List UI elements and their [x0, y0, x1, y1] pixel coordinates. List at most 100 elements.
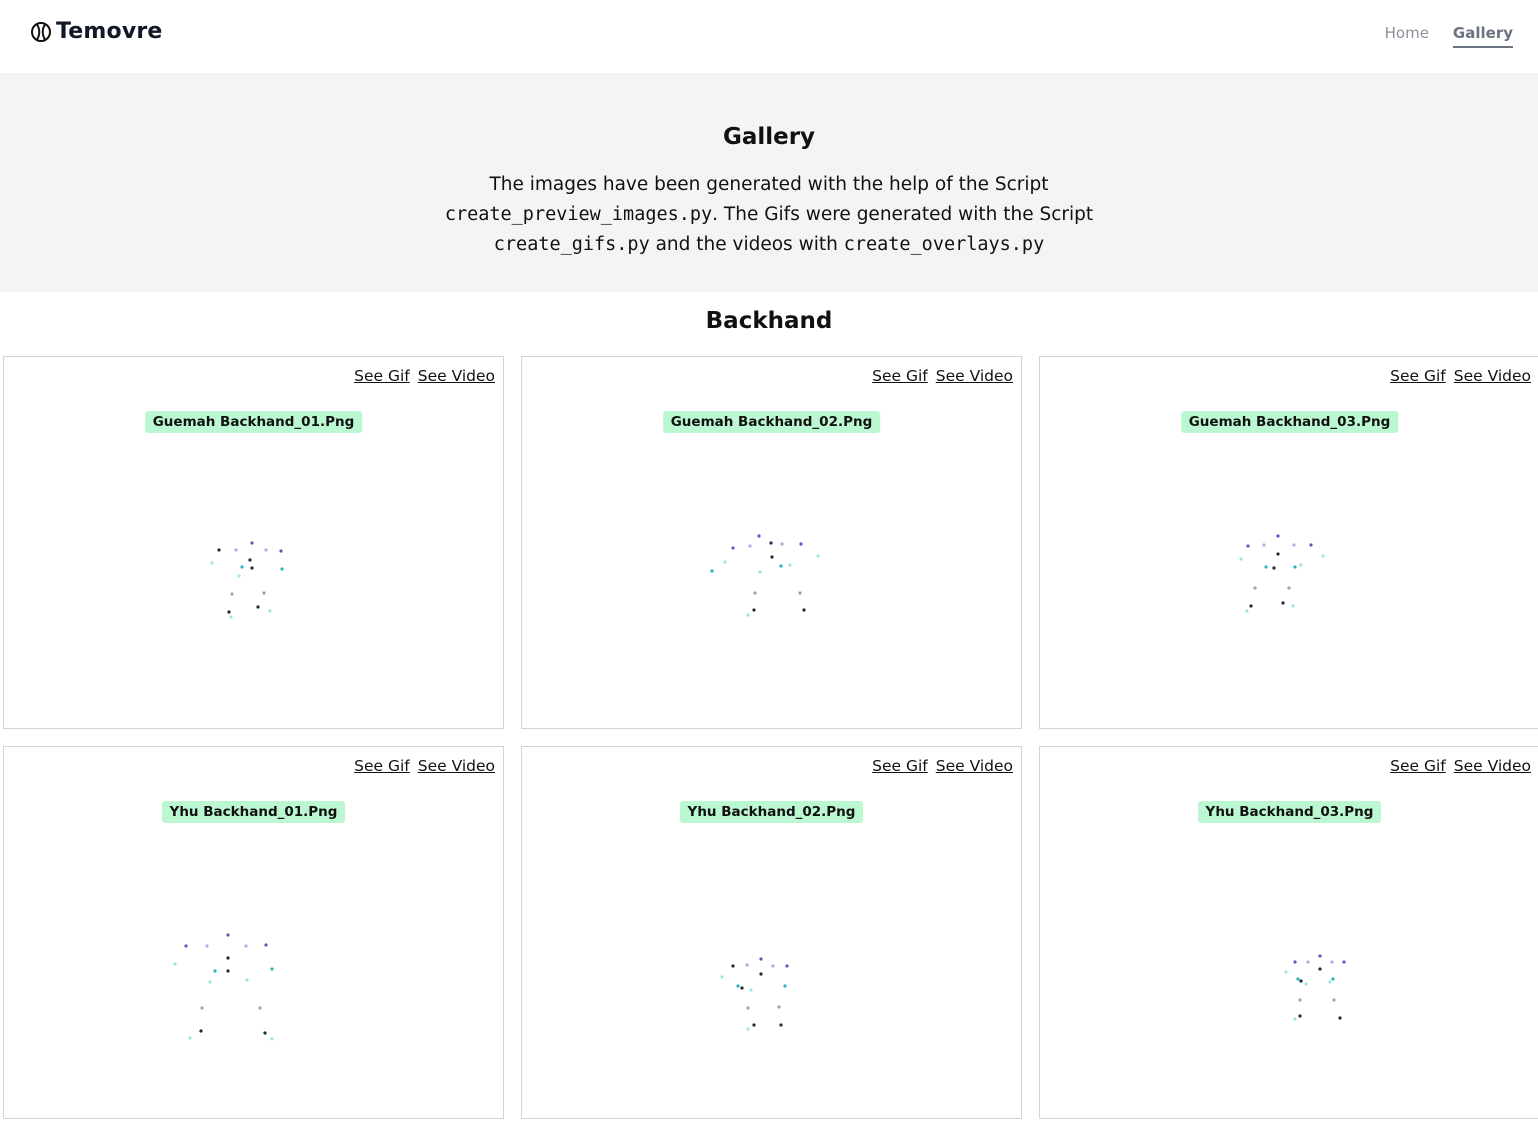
pose-keypoint: [1293, 960, 1297, 964]
pose-keypoint: [816, 554, 820, 558]
pose-preview-image: [1239, 534, 1325, 613]
pose-keypoint: [250, 541, 254, 545]
pose-keypoint: [710, 569, 714, 573]
pose-keypoint: [280, 567, 284, 571]
pose-keypoint: [1298, 1014, 1302, 1018]
pose-keypoint: [748, 544, 752, 548]
pose-keypoint: [258, 1006, 262, 1010]
pose-keypoint: [777, 1005, 781, 1009]
pose-keypoint: [263, 1031, 267, 1035]
pose-keypoint: [1245, 609, 1249, 613]
pose-keypoint: [780, 542, 784, 546]
pose-keypoint: [1321, 554, 1325, 558]
pose-keypoint: [1299, 563, 1303, 567]
pose-keypoint: [1281, 601, 1285, 605]
desc-text-2: . The Gifs were generated with the Scrip…: [712, 204, 1094, 225]
pose-keypoint: [199, 1029, 203, 1033]
gallery-card: See Gif See Video Yhu Backhand_01.Png: [3, 746, 504, 1119]
pose-keypoint: [256, 605, 260, 609]
main-nav: Home Gallery: [1385, 24, 1513, 48]
pose-keypoint: [1309, 543, 1313, 547]
pose-keypoint: [1331, 977, 1335, 981]
pose-keypoint: [213, 969, 217, 973]
script-gifs-name: create_gifs.py: [493, 234, 650, 255]
pose-keypoint: [262, 591, 266, 595]
desc-text-1: The images have been generated with the …: [489, 174, 1049, 195]
pose-keypoint: [248, 558, 252, 562]
pose-keypoint: [173, 962, 177, 966]
pose-keypoint: [746, 613, 750, 617]
gallery-card: See Gif See Video Yhu Backhand_03.Png: [1039, 746, 1538, 1119]
pose-keypoint: [779, 1023, 783, 1027]
pose-keypoint: [798, 591, 802, 595]
pose-keypoint: [1249, 604, 1253, 608]
pose-keypoint: [746, 1027, 750, 1031]
pose-keypoint: [230, 592, 234, 596]
pose-keypoint: [802, 608, 806, 612]
pose-keypoint: [210, 561, 214, 565]
pose-preview-image: [720, 957, 789, 1031]
pose-keypoint: [1318, 954, 1322, 958]
gallery-card: See Gif See Video Guemah Backhand_03.Png: [1039, 356, 1538, 729]
pose-keypoint: [1262, 543, 1266, 547]
nav-gallery-link[interactable]: Gallery: [1452, 24, 1513, 48]
pose-keypoint: [1276, 552, 1280, 556]
pose-keypoint: [1338, 1016, 1342, 1020]
brand-logo[interactable]: Temovre: [30, 19, 163, 44]
pose-keypoint: [208, 980, 212, 984]
pose-keypoint: [731, 964, 735, 968]
pose-keypoint: [270, 1037, 274, 1041]
pose-keypoint: [205, 944, 209, 948]
pose-keypoint: [1342, 960, 1346, 964]
pose-keypoint: [788, 563, 792, 567]
pose-keypoint: [752, 608, 756, 612]
pose-keypoint: [753, 591, 757, 595]
gallery-card: See Gif See Video Guemah Backhand_02.Png: [521, 356, 1022, 729]
pose-keypoint: [745, 963, 749, 967]
pose-keypoint: [757, 534, 761, 538]
nav-home-link[interactable]: Home: [1385, 24, 1429, 48]
pose-preview-image: [710, 534, 820, 617]
pose-keypoint: [770, 555, 774, 559]
pose-keypoint: [188, 1036, 192, 1040]
script-preview-name: create_preview_images.py: [444, 204, 713, 225]
pose-preview-image: [1284, 954, 1346, 1021]
pose-keypoint: [1284, 970, 1288, 974]
pose-keypoint: [1328, 980, 1332, 984]
hero-section: Gallery The images have been generated w…: [0, 73, 1538, 292]
pose-keypoint: [1296, 977, 1300, 981]
pose-keypoint: [759, 957, 763, 961]
pose-keypoint: [1239, 557, 1243, 561]
desc-text-3: and the videos with: [649, 234, 844, 255]
pose-keypoint: [279, 549, 283, 553]
pose-keypoint: [1272, 566, 1276, 570]
pose-keypoint: [200, 1006, 204, 1010]
pose-keypoint: [740, 986, 744, 990]
pose-keypoint: [268, 609, 272, 613]
pose-keypoint: [1306, 960, 1310, 964]
pose-keypoint: [250, 566, 254, 570]
pose-keypoint: [1293, 1017, 1297, 1021]
page-title: Gallery: [722, 124, 816, 150]
pose-preview-image: [210, 541, 284, 619]
pose-keypoint: [1291, 604, 1295, 608]
pose-keypoint: [799, 542, 803, 546]
pose-keypoint: [1276, 534, 1280, 538]
pose-keypoint: [1287, 586, 1291, 590]
pose-keypoint: [1253, 586, 1257, 590]
pose-keypoint: [237, 574, 241, 578]
pose-keypoint: [736, 984, 740, 988]
pose-keypoint: [184, 944, 188, 948]
pose-keypoint: [240, 565, 244, 569]
pose-keypoint: [1292, 543, 1296, 547]
pose-keypoint: [759, 972, 763, 976]
pose-keypoint: [723, 560, 727, 564]
pose-keypoint: [245, 978, 249, 982]
pose-keypoint: [226, 969, 230, 973]
top-navbar: Temovre Home Gallery: [0, 0, 1538, 73]
pose-keypoint: [1304, 982, 1308, 986]
pose-keypoint: [264, 943, 268, 947]
pose-keypoint: [1298, 998, 1302, 1002]
pose-preview-image: [173, 933, 274, 1041]
pose-keypoint: [229, 615, 233, 619]
